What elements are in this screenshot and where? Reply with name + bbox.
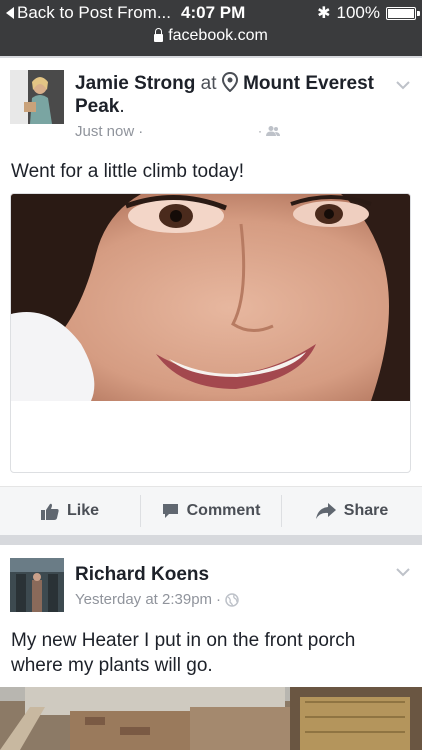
back-arrow-icon	[6, 7, 14, 19]
post-header: Jamie Strong at Mount Everest Peak.	[75, 71, 385, 118]
friends-icon	[266, 126, 280, 136]
post-meta: Yesterday at 2:39pm ·	[75, 591, 239, 608]
chevron-down-icon[interactable]	[396, 78, 410, 92]
post-text: Went for a little climb today!	[11, 161, 245, 182]
battery-icon	[386, 6, 420, 20]
back-to-app-button[interactable]: Back to Post From...	[6, 3, 171, 23]
post-card: Richard Koens Yesterday at 2:39pm · My n…	[0, 545, 422, 750]
share-icon	[315, 503, 336, 519]
timestamp[interactable]: Just now	[75, 123, 134, 140]
url-text: facebook.com	[168, 27, 268, 44]
globe-icon[interactable]	[225, 592, 239, 607]
timestamp[interactable]: Yesterday at 2:39pm	[75, 591, 212, 608]
post-actions: Like Comment Share	[0, 486, 422, 535]
post-photo[interactable]	[0, 687, 422, 750]
avatar[interactable]	[10, 70, 64, 124]
post-meta: Just now ·	[75, 123, 143, 140]
post-photo[interactable]	[10, 193, 411, 473]
meta-separator: ·	[216, 591, 222, 608]
battery-percent: 100%	[336, 3, 380, 22]
comment-label: Comment	[186, 502, 261, 519]
chevron-down-icon[interactable]	[396, 565, 410, 579]
author-name[interactable]: Jamie Strong	[75, 73, 195, 94]
like-button[interactable]: Like	[0, 487, 140, 535]
post-card: Jamie Strong at Mount Everest Peak. Just…	[0, 58, 422, 535]
avatar[interactable]	[10, 558, 64, 612]
post-text: My new Heater I put in on the front porc…	[11, 630, 356, 676]
status-right: ✱ 100%	[317, 3, 420, 23]
photo-image	[0, 687, 422, 750]
audience-indicator[interactable]: ·	[258, 124, 280, 138]
share-button[interactable]: Share	[282, 487, 422, 535]
lock-icon	[154, 28, 164, 42]
comment-icon	[162, 504, 178, 518]
author-name[interactable]: Richard Koens	[75, 564, 209, 585]
back-label: Back to Post From...	[17, 3, 171, 22]
location-pin-icon	[221, 71, 238, 93]
share-label: Share	[343, 502, 389, 519]
status-bar: Back to Post From... 4:07 PM ✱ 100% face…	[0, 0, 422, 56]
location-suffix: .	[119, 96, 125, 117]
post-header: Richard Koens	[75, 563, 385, 586]
comment-button[interactable]: Comment	[141, 487, 281, 535]
thumbs-up-icon	[40, 503, 59, 520]
at-word: at	[200, 73, 217, 94]
status-time: 4:07 PM	[181, 3, 246, 22]
url-bar[interactable]: facebook.com	[0, 27, 422, 45]
like-label: Like	[66, 502, 99, 519]
bluetooth-icon: ✱	[317, 5, 331, 22]
photo-image	[11, 194, 410, 401]
meta-separator: ·	[138, 123, 144, 140]
meta-dot: ·	[258, 124, 262, 138]
